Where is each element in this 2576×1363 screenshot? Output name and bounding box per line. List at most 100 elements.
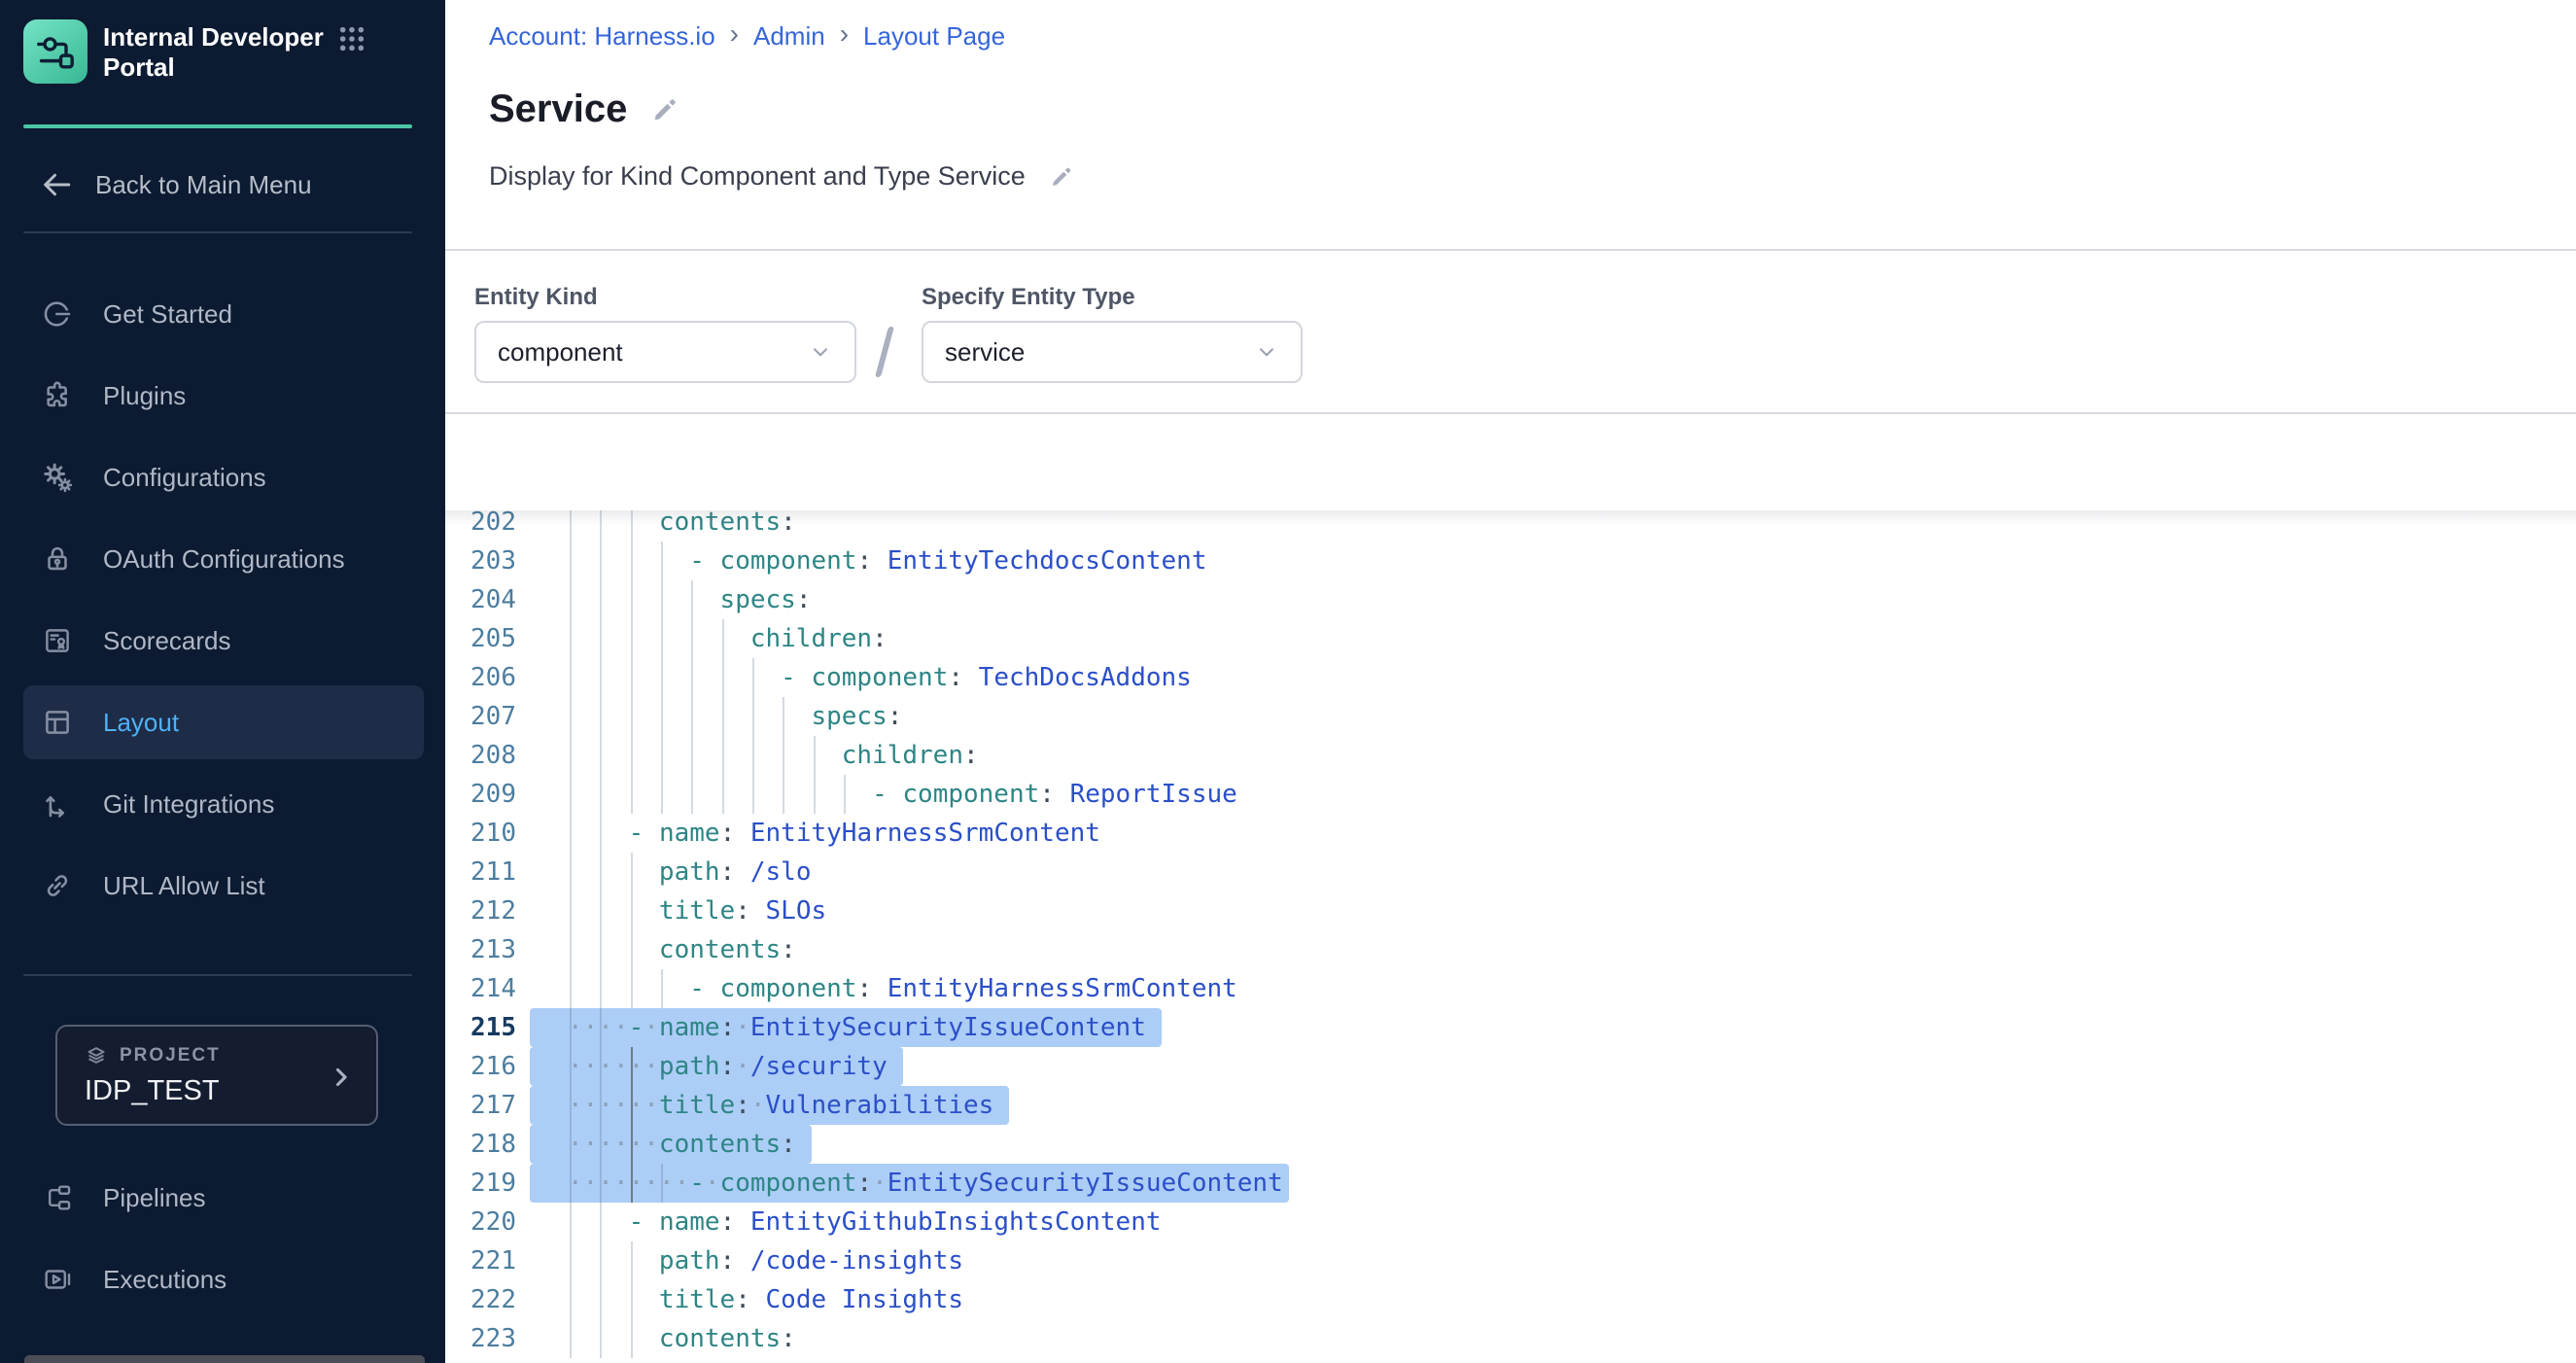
line-number[interactable]: 206 [445, 658, 516, 697]
line-number[interactable]: 207 [445, 697, 516, 736]
code-line[interactable]: 211 path: /slo [445, 853, 2576, 891]
line-number[interactable]: 216 [445, 1047, 516, 1086]
indent-guide [570, 1086, 572, 1125]
pipelines-icon [41, 1181, 74, 1214]
line-number[interactable]: 213 [445, 930, 516, 969]
indent-guide [600, 775, 602, 814]
line-number[interactable]: 215 [445, 1008, 516, 1047]
code-line[interactable]: 207 specs: [445, 697, 2576, 736]
indent-guide [661, 775, 663, 814]
indent-guide [600, 736, 602, 775]
line-number[interactable]: 219 [445, 1164, 516, 1203]
line-number[interactable]: 218 [445, 1125, 516, 1164]
line-number[interactable]: 211 [445, 853, 516, 891]
back-to-main-menu-button[interactable]: Back to Main Menu [39, 165, 312, 204]
code-line[interactable]: 214 - component: EntityHarnessSrmContent [445, 969, 2576, 1008]
line-number[interactable]: 222 [445, 1280, 516, 1319]
line-number[interactable]: 203 [445, 542, 516, 580]
code-line-text-selected: ······path:·/security [530, 1047, 903, 1086]
indent-guide [600, 1125, 602, 1164]
sidebar-item-pipelines[interactable]: Pipelines [23, 1161, 424, 1235]
indent-guide [691, 697, 693, 736]
get-started-icon [41, 297, 74, 331]
line-number[interactable]: 210 [445, 814, 516, 853]
code-line[interactable]: 212 title: SLOs [445, 891, 2576, 930]
sidebar-item-label: Configurations [103, 463, 266, 493]
breadcrumb-item[interactable]: Layout Page [863, 21, 1005, 52]
code-line[interactable]: 208 children: [445, 736, 2576, 775]
indent-guide [600, 510, 602, 542]
indent-guide [631, 775, 633, 814]
code-line[interactable]: 216 ······path:·/security [445, 1047, 2576, 1086]
indent-guide [631, 1280, 633, 1319]
line-number[interactable]: 212 [445, 891, 516, 930]
sidebar-scrollbar[interactable] [24, 1355, 425, 1363]
project-card[interactable]: PROJECT IDP_TEST [55, 1025, 378, 1126]
sidebar-item-oauth-configurations[interactable]: OAuth Configurations [23, 522, 424, 596]
code-line[interactable]: 222 title: Code Insights [445, 1280, 2576, 1319]
indent-guide [570, 580, 572, 619]
entity-kind-value: component [498, 337, 808, 367]
code-line[interactable]: 206 - component: TechDocsAddons [445, 658, 2576, 697]
code-line[interactable]: 205 children: [445, 619, 2576, 658]
code-line[interactable]: 203 - component: EntityTechdocsContent [445, 542, 2576, 580]
indent-guide [570, 510, 572, 542]
line-number[interactable]: 214 [445, 969, 516, 1008]
sidebar-item-git-integrations[interactable]: Git Integrations [23, 767, 424, 841]
sidebar-item-label: Layout [103, 708, 179, 738]
code-line-text: children: [568, 736, 979, 775]
indent-guide [661, 969, 663, 1008]
chevron-down-icon [808, 339, 833, 365]
code-line[interactable]: 209 - component: ReportIssue [445, 775, 2576, 814]
indent-guide [570, 697, 572, 736]
code-line[interactable]: 217······title:·Vulnerabilities [445, 1086, 2576, 1125]
code-line[interactable]: 215 ····-·name:·EntitySecurityIssueConten… [445, 1008, 2576, 1047]
code-line[interactable]: 210 - name: EntityHarnessSrmContent [445, 814, 2576, 853]
code-line[interactable]: 218······contents: [445, 1125, 2576, 1164]
line-number[interactable]: 205 [445, 619, 516, 658]
breadcrumb-item[interactable]: Admin [753, 21, 825, 52]
breadcrumb-item[interactable]: Account: Harness.io [489, 21, 715, 52]
code-line[interactable]: 213 contents: [445, 930, 2576, 969]
indent-guide [600, 1086, 602, 1125]
sidebar-item-configurations[interactable]: Configurations [23, 440, 424, 514]
code-line-text-selected: ····-·name:·EntitySecurityIssueContent [530, 1008, 1162, 1047]
line-number[interactable]: 202 [445, 510, 516, 542]
sidebar-item-label: URL Allow List [103, 871, 265, 901]
yaml-editor[interactable]: 202 contents:203 - component: EntityTech… [445, 510, 2576, 1363]
code-line[interactable]: 204 specs: [445, 580, 2576, 619]
sidebar-item-executions[interactable]: Executions [23, 1242, 424, 1316]
sidebar-item-label: Executions [103, 1265, 226, 1295]
line-number[interactable]: 223 [445, 1319, 516, 1358]
line-number[interactable]: 221 [445, 1241, 516, 1280]
slash-separator [875, 327, 894, 377]
entity-type-select[interactable]: service [922, 321, 1303, 383]
idp-logo[interactable] [23, 19, 87, 84]
line-number[interactable]: 209 [445, 775, 516, 814]
code-line[interactable]: 219········-·component:·EntitySecurityIs… [445, 1164, 2576, 1203]
indent-guide [570, 1241, 572, 1280]
line-number[interactable]: 217 [445, 1086, 516, 1125]
sidebar-item-layout[interactable]: Layout [23, 685, 424, 759]
edit-title-button[interactable] [650, 95, 679, 124]
sidebar-item-label: Pipelines [103, 1183, 206, 1213]
sidebar-item-scorecards[interactable]: Scorecards [23, 604, 424, 678]
layout-icon [41, 706, 74, 739]
code-line[interactable]: 221 path: /code-insights [445, 1241, 2576, 1280]
edit-subtitle-button[interactable] [1049, 164, 1074, 190]
indent-guide [722, 619, 724, 658]
entity-kind-select[interactable]: component [474, 321, 856, 383]
line-number[interactable]: 204 [445, 580, 516, 619]
code-line[interactable]: 220 - name: EntityGithubInsightsContent [445, 1203, 2576, 1241]
sidebar-item-label: Scorecards [103, 626, 231, 656]
line-number[interactable]: 220 [445, 1203, 516, 1241]
indent-guide [631, 542, 633, 580]
sidebar-item-plugins[interactable]: Plugins [23, 359, 424, 433]
apps-grid-icon[interactable] [336, 23, 367, 59]
code-line[interactable]: 202 contents: [445, 510, 2576, 542]
line-number[interactable]: 208 [445, 736, 516, 775]
active-indent-guide [631, 1086, 633, 1125]
code-line[interactable]: 223 contents: [445, 1319, 2576, 1358]
sidebar-item-url-allow-list[interactable]: URL Allow List [23, 849, 424, 923]
sidebar-item-get-started[interactable]: Get Started [23, 277, 424, 351]
